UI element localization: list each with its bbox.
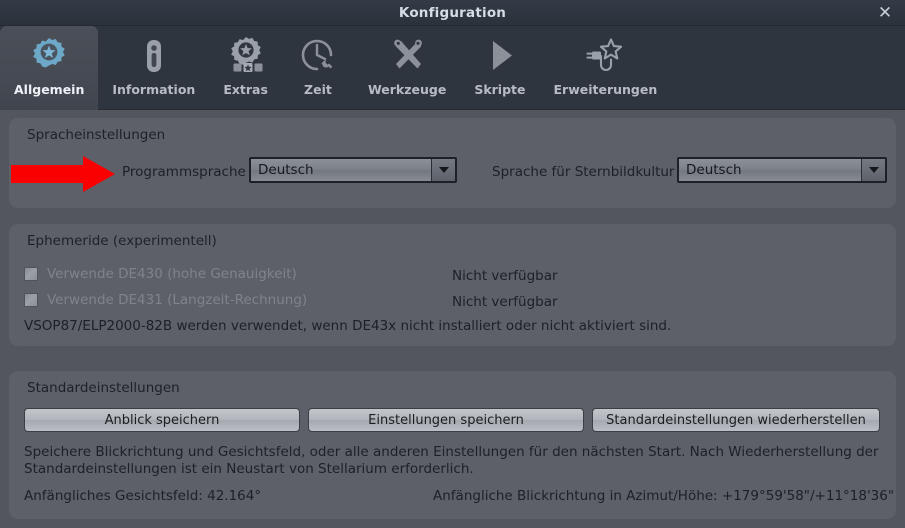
close-icon[interactable]: ✕ <box>873 2 897 24</box>
ephemeris-group: Ephemeride (experimentell) Verwende DE43… <box>9 224 896 346</box>
clock-wrench-icon <box>296 33 340 79</box>
tab-erweiterungen[interactable]: Erweiterungen <box>540 26 672 110</box>
tools-icon <box>385 33 429 79</box>
group-title: Spracheinstellungen <box>27 127 166 143</box>
defaults-group: Standardeinstellungen Anblick speichern … <box>9 371 896 519</box>
initial-view-direction-text: Anfängliche Blickrichtung in Azimut/Höhe… <box>433 488 895 504</box>
de431-row[interactable]: Verwende DE431 (Langzeit-Rechnung) <box>24 292 307 308</box>
sky-culture-language-select[interactable]: Deutsch <box>677 157 887 183</box>
gear-star-icon <box>27 33 71 79</box>
tab-information[interactable]: Information <box>98 26 209 110</box>
tab-label: Extras <box>223 82 268 97</box>
tab-label: Skripte <box>474 82 526 97</box>
de431-status: Nicht verfügbar <box>452 294 558 310</box>
tab-label: Information <box>112 82 196 97</box>
language-settings-group: Spracheinstellungen Programmsprache Deut… <box>9 118 896 208</box>
tab-label: Erweiterungen <box>553 82 658 97</box>
sky-culture-language-value: Deutsch <box>686 162 742 178</box>
de430-label: Verwende DE430 (hohe Genauigkeit) <box>47 266 297 282</box>
tab-werkzeuge[interactable]: Werkzeuge <box>354 26 460 110</box>
info-icon <box>132 33 176 79</box>
tab-label: Zeit <box>304 82 332 97</box>
gear-blocks-icon <box>224 33 268 79</box>
defaults-description-line2: Standardeinstellungen ist ein Neustart v… <box>24 461 474 477</box>
tab-skripte[interactable]: Skripte <box>460 26 539 110</box>
chevron-down-icon[interactable] <box>431 159 455 181</box>
tab-allgemein[interactable]: Allgemein <box>0 26 99 110</box>
program-language-label: Programmsprache <box>122 164 246 180</box>
plugin-star-icon <box>580 33 630 79</box>
defaults-description-line1: Speichere Blickrichtung und Gesichtsfeld… <box>24 444 879 460</box>
de431-checkbox[interactable] <box>24 293 38 307</box>
title-bar: Konfiguration ✕ <box>0 0 905 26</box>
window-title: Konfiguration <box>398 5 507 21</box>
group-title: Standardeinstellungen <box>27 380 180 396</box>
save-view-button[interactable]: Anblick speichern <box>24 408 300 432</box>
group-title: Ephemeride (experimentell) <box>27 233 217 249</box>
tab-zeit[interactable]: Zeit <box>282 26 354 110</box>
restore-defaults-button[interactable]: Standardeinstellungen wiederherstellen <box>592 408 880 432</box>
program-language-select[interactable]: Deutsch <box>249 157 457 183</box>
tab-label: Allgemein <box>14 82 85 97</box>
ephemeris-note: VSOP87/ELP2000-82B werden verwendet, wen… <box>24 318 672 334</box>
de430-checkbox[interactable] <box>24 267 38 281</box>
program-language-value: Deutsch <box>258 162 314 178</box>
tab-label: Werkzeuge <box>367 82 447 97</box>
configuration-dialog: Konfiguration ✕ Allgemein Information Ex… <box>0 0 905 528</box>
tab-bar: Allgemein Information Extras Zeit Werkze… <box>0 26 905 110</box>
initial-fov-text: Anfängliches Gesichtsfeld: 42.164° <box>24 488 262 504</box>
sky-culture-language-label: Sprache für Sternbildkultur <box>492 164 675 180</box>
de431-label: Verwende DE431 (Langzeit-Rechnung) <box>47 292 308 308</box>
chevron-down-icon[interactable] <box>861 159 885 181</box>
de430-status: Nicht verfügbar <box>452 268 558 284</box>
tab-extras[interactable]: Extras <box>209 26 282 110</box>
de430-row[interactable]: Verwende DE430 (hohe Genauigkeit) <box>24 266 297 282</box>
save-settings-button[interactable]: Einstellungen speichern <box>308 408 584 432</box>
play-icon <box>478 33 522 79</box>
